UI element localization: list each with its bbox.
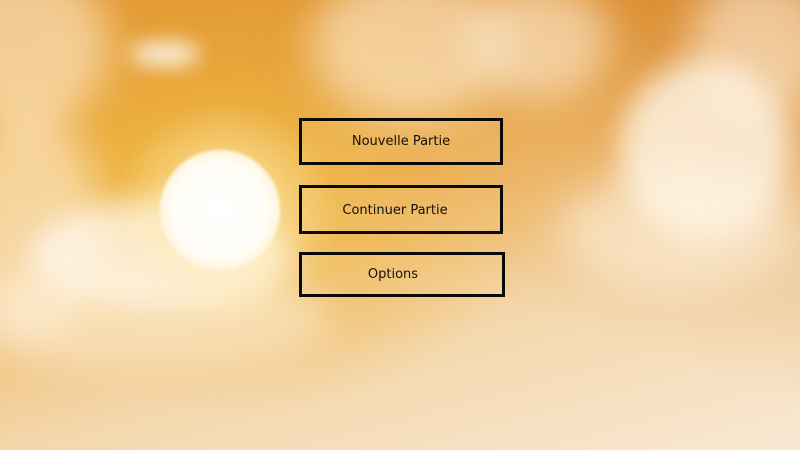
cloud [130, 42, 200, 66]
options-button[interactable]: Options [299, 252, 505, 297]
new-game-button[interactable]: Nouvelle Partie [299, 118, 503, 165]
new-game-label: Nouvelle Partie [351, 134, 451, 149]
title-screen: Nouvelle Partie Continuer Partie Options [0, 0, 800, 450]
cloud [0, 0, 110, 130]
cloud [560, 170, 800, 290]
continue-game-button[interactable]: Continuer Partie [299, 185, 503, 234]
continue-game-label: Continuer Partie [342, 203, 448, 218]
sun [160, 150, 280, 270]
options-label: Options [367, 267, 419, 282]
